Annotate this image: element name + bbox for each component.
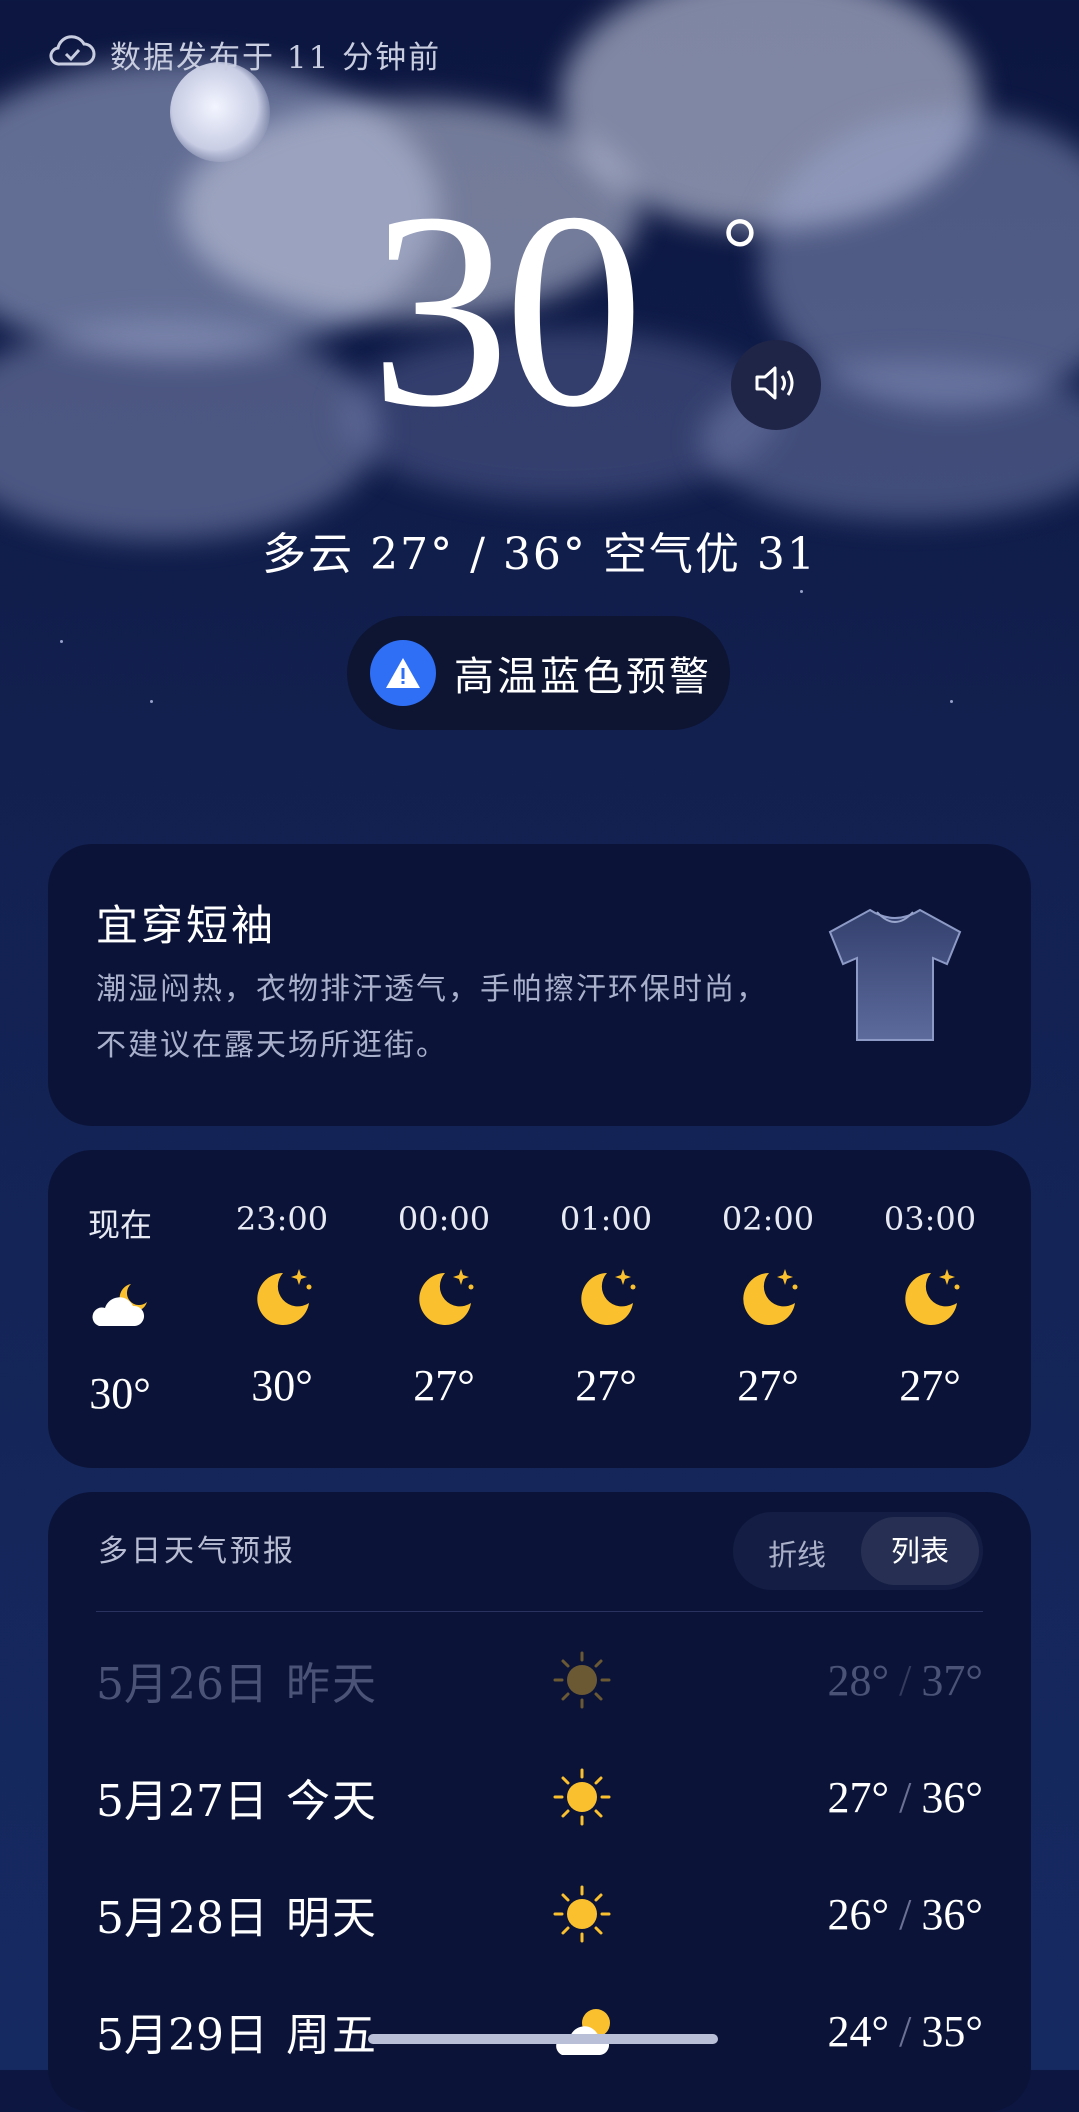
toggle-line-chart[interactable]: 折线 [768, 1532, 826, 1574]
clothing-title: 宜穿短袖 [96, 901, 277, 950]
forecast-temp-range: 27°/36° [828, 1772, 983, 1823]
hour-item[interactable]: 23:00 30° [227, 1200, 337, 1411]
temp-separator: / [899, 2006, 912, 2056]
forecast-high: 36° [921, 1889, 983, 1939]
hour-temp: 30° [89, 1369, 151, 1418]
moon-icon [551, 1258, 661, 1338]
hour-time: 01:00 [559, 1200, 653, 1238]
hourly-forecast-card[interactable]: 现在 30° 23:00 30° 00:00 27° 01:00 27° 02:… [48, 1150, 1031, 1468]
forecast-date: 5月28日 [96, 1893, 268, 1944]
forecast-temp-range: 28°/37° [828, 1655, 983, 1706]
tshirt-icon [825, 902, 965, 1051]
clothing-card[interactable]: 宜穿短袖 潮湿闷热，衣物排汗透气，手帕擦汗环保时尚，不建议在露天场所逛街。 [48, 844, 1031, 1126]
speaker-icon [753, 363, 799, 407]
hour-time: 02:00 [721, 1200, 815, 1238]
forecast-high: 36° [921, 1772, 983, 1822]
forecast-day-name: 明天 [286, 1893, 378, 1944]
forecast-row-today[interactable]: 5月27日 今天 27°/36° [96, 1752, 983, 1842]
hour-time: 00:00 [397, 1200, 491, 1238]
forecast-day-name: 昨天 [286, 1659, 378, 1710]
forecast-date: 5月26日 [96, 1659, 268, 1710]
hour-temp: 27° [899, 1361, 961, 1410]
moon-icon [227, 1258, 337, 1338]
forecast-high: 35° [921, 2006, 983, 2056]
clothing-description: 潮湿闷热，衣物排汗透气，手帕擦汗环保时尚，不建议在露天场所逛街。 [96, 972, 768, 1063]
forecast-date: 5月27日 [96, 1776, 268, 1827]
hour-item[interactable]: 01:00 27° [551, 1200, 661, 1411]
temp-separator: / [899, 1889, 912, 1939]
toggle-list[interactable]: 列表 [861, 1517, 979, 1585]
temp-separator: / [899, 1772, 912, 1822]
forecast-day-name: 今天 [286, 1776, 378, 1827]
hour-temp: 27° [575, 1361, 637, 1410]
forecast-row-friday[interactable]: 5月29日 周五 24°/35° [96, 1986, 983, 2076]
hour-temp: 27° [413, 1361, 475, 1410]
view-toggle[interactable]: 折线 列表 [733, 1512, 983, 1590]
heat-alert-button[interactable]: 高温蓝色预警 [347, 616, 730, 730]
forecast-row-tomorrow[interactable]: 5月28日 明天 26°/36° [96, 1869, 983, 1959]
publish-text: 数据发布于 11 分钟前 [110, 39, 442, 76]
sun-icon [552, 1650, 612, 1721]
hour-item[interactable]: 02:00 27° [713, 1200, 823, 1411]
hour-time: 03:00 [883, 1200, 977, 1238]
forecast-low: 24° [827, 2006, 890, 2056]
forecast-date: 5月29日 [96, 2010, 268, 2061]
home-indicator[interactable] [368, 2034, 718, 2044]
current-temperature: 30 [370, 154, 644, 465]
divider [96, 1611, 983, 1612]
warning-icon [370, 640, 436, 706]
forecast-temp-range: 26°/36° [828, 1889, 983, 1940]
forecast-title: 多日天气预报 [98, 1534, 296, 1569]
forecast-row-yesterday[interactable]: 5月26日 昨天 28°/37° [96, 1635, 983, 1725]
temp-separator: / [899, 1655, 912, 1705]
forecast-low: 27° [827, 1772, 890, 1822]
cloudy-night-icon [65, 1266, 175, 1346]
publish-status: 数据发布于 11 分钟前 [48, 30, 441, 78]
moon-icon [389, 1258, 499, 1338]
forecast-low: 26° [827, 1889, 890, 1939]
forecast-day-name: 周五 [286, 2010, 378, 2061]
hour-temp: 30° [251, 1361, 313, 1410]
hour-time: 现在 [87, 1206, 152, 1244]
moon-icon [713, 1258, 823, 1338]
forecast-high: 37° [921, 1655, 983, 1705]
forecast-low: 28° [827, 1655, 890, 1705]
sun-icon [552, 1884, 612, 1955]
hour-item[interactable]: 00:00 27° [389, 1200, 499, 1411]
weather-summary: 多云 27° / 36° 空气优 31 [262, 529, 817, 580]
hour-time: 23:00 [235, 1200, 329, 1238]
hour-item[interactable]: 现在 30° [65, 1200, 175, 1419]
alert-text: 高温蓝色预警 [454, 654, 712, 700]
hour-temp: 27° [737, 1361, 799, 1410]
hour-item[interactable]: 03:00 27° [875, 1200, 985, 1411]
sun-icon [552, 1767, 612, 1838]
cloud-check-icon [48, 30, 96, 78]
degree-symbol: ° [722, 200, 758, 299]
voice-broadcast-button[interactable] [731, 340, 821, 430]
forecast-temp-range: 24°/35° [828, 2006, 983, 2057]
moon-icon [875, 1258, 985, 1338]
daily-forecast-card: 多日天气预报 折线 列表 5月26日 昨天 28°/37° 5月27日 今天 2… [48, 1492, 1031, 2112]
